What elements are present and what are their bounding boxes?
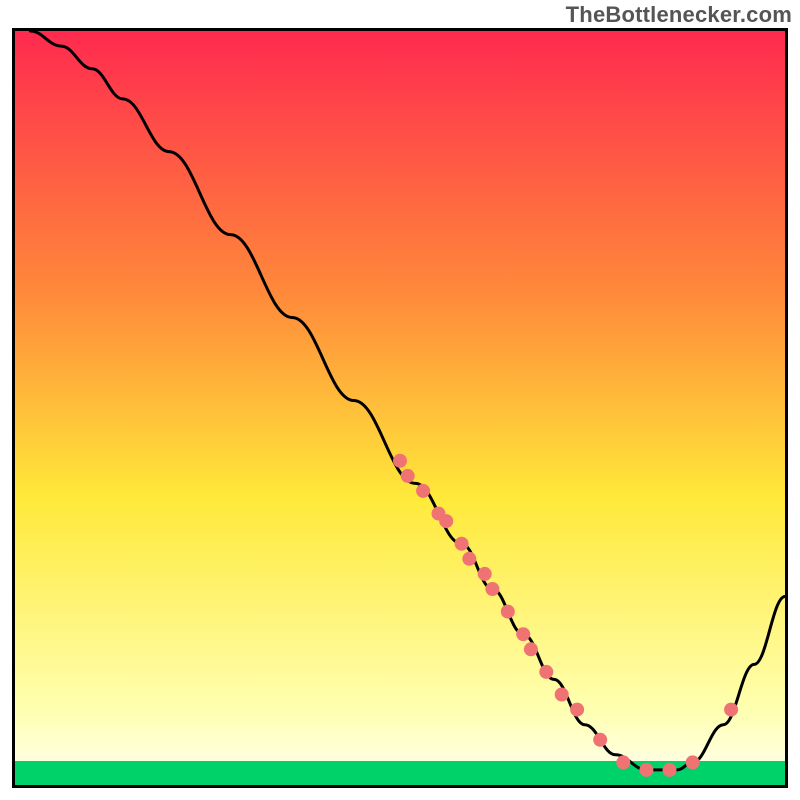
marker-point xyxy=(663,763,677,777)
chart-svg xyxy=(15,31,785,785)
marker-point xyxy=(439,514,453,528)
marker-point xyxy=(724,703,738,717)
marker-point xyxy=(555,688,569,702)
chart-container: TheBottlenecker.com xyxy=(0,0,800,800)
marker-point xyxy=(478,567,492,581)
marker-point xyxy=(593,733,607,747)
watermark-text: TheBottlenecker.com xyxy=(566,2,792,28)
marker-point xyxy=(416,484,430,498)
marker-point xyxy=(686,755,700,769)
plot-area xyxy=(12,28,788,788)
marker-point xyxy=(393,454,407,468)
marker-point xyxy=(455,537,469,551)
marker-point xyxy=(462,552,476,566)
marker-point xyxy=(485,582,499,596)
marker-point xyxy=(524,642,538,656)
marker-point xyxy=(516,627,530,641)
marker-point xyxy=(616,755,630,769)
marker-point xyxy=(539,665,553,679)
marker-point xyxy=(401,469,415,483)
curve-markers xyxy=(393,454,738,777)
marker-point xyxy=(501,605,515,619)
marker-point xyxy=(639,763,653,777)
marker-point xyxy=(570,703,584,717)
bottleneck-curve xyxy=(30,31,785,770)
